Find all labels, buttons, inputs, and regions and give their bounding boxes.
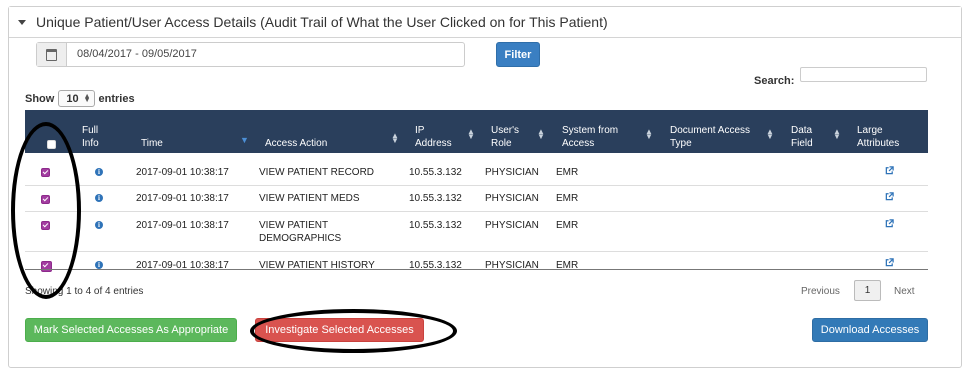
pagination-page-1[interactable]: 1 (854, 280, 881, 301)
cell-time: 2017-09-01 10:38:17 (136, 260, 229, 271)
calendar-icon (46, 48, 57, 61)
select-all-checkbox[interactable] (47, 140, 56, 149)
page-length-value: 10 (66, 92, 79, 105)
header-full-info[interactable]: Full Info (82, 124, 99, 150)
page-length-control: Show 10 ▲ ▼ entries (25, 90, 135, 107)
header-document-access-type[interactable]: Document Access Type (670, 124, 750, 150)
cell-time: 2017-09-01 10:38:17 (136, 220, 229, 231)
cell-role: PHYSICIAN (485, 193, 539, 204)
caret-down-icon[interactable] (18, 19, 26, 25)
sort-icon[interactable]: ▲ ▼ (766, 128, 774, 141)
updown-icon: ▲ ▼ (83, 92, 91, 104)
header-system-from-access[interactable]: System from Access (562, 124, 618, 150)
filter-button[interactable]: Filter (496, 42, 540, 67)
info-icon[interactable]: i (95, 221, 103, 229)
cell-access-action: VIEW PATIENT RECORD (259, 167, 375, 178)
external-link-icon[interactable] (885, 192, 894, 201)
sort-icon[interactable]: ▲ ▼ (833, 128, 841, 141)
header-large-attributes[interactable]: Large Attributes (857, 124, 899, 150)
external-link-icon[interactable] (885, 219, 894, 228)
date-range-picker[interactable]: 08/04/2017 - 09/05/2017 (36, 42, 465, 67)
cell-role: PHYSICIAN (485, 260, 539, 271)
cell-access-action: VIEW PATIENT HISTORY (259, 260, 375, 271)
sort-icon[interactable]: ▲ ▼ (391, 132, 399, 145)
pagination-previous[interactable]: Previous (801, 286, 840, 297)
page-length-select[interactable]: 10 ▲ ▼ (58, 90, 95, 107)
sort-icon[interactable]: ▲ ▼ (537, 128, 545, 141)
row-checkbox[interactable] (41, 168, 50, 177)
cell-time: 2017-09-01 10:38:17 (136, 193, 229, 204)
cell-role: PHYSICIAN (485, 220, 539, 231)
pagination-next[interactable]: Next (894, 286, 915, 297)
info-icon[interactable]: i (95, 261, 103, 269)
header-users-role[interactable]: User's Role (491, 124, 519, 150)
external-link-icon[interactable] (885, 258, 894, 267)
header-time[interactable]: Time (141, 137, 163, 150)
cell-system: EMR (556, 220, 579, 231)
cell-access-action: VIEW PATIENT MEDS (259, 193, 360, 204)
length-prefix: Show (25, 92, 55, 105)
cell-ip: 10.55.3.132 (409, 167, 462, 178)
cell-ip: 10.55.3.132 (409, 220, 462, 231)
cell-system: EMR (556, 167, 579, 178)
cell-ip: 10.55.3.132 (409, 260, 462, 271)
info-icon[interactable]: i (95, 168, 103, 176)
table-row: i 2017-09-01 10:38:17 VIEW PATIENT MEDS … (25, 186, 928, 212)
cell-system: EMR (556, 193, 579, 204)
sort-icon[interactable]: ▲ ▼ (467, 128, 475, 141)
cell-role: PHYSICIAN (485, 167, 539, 178)
cell-access-action: VIEW PATIENT DEMOGRAPHICS (259, 220, 342, 244)
external-link-icon[interactable] (885, 166, 894, 175)
table-header: Full Info Time ▼ Access Action ▲ ▼ IP Addre… (25, 110, 928, 153)
search-input[interactable] (800, 67, 927, 82)
row-checkbox[interactable] (41, 261, 52, 272)
investigate-button[interactable]: Investigate Selected Accesses (255, 318, 424, 342)
table-row: i 2017-09-01 10:38:17 VIEW PATIENT HISTO… (25, 252, 928, 272)
row-checkbox[interactable] (41, 195, 50, 204)
row-checkbox[interactable] (41, 221, 50, 230)
header-data-field[interactable]: Data Field (791, 124, 813, 150)
panel-header[interactable]: Unique Patient/User Access Details (Audi… (9, 7, 961, 38)
table-bottom-border (25, 269, 928, 270)
cell-ip: 10.55.3.132 (409, 193, 462, 204)
table-row: i 2017-09-01 10:38:17 VIEW PATIENT DEMOGR… (25, 212, 928, 252)
calendar-addon[interactable] (37, 43, 67, 66)
cell-time: 2017-09-01 10:38:17 (136, 167, 229, 178)
panel-title: Unique Patient/User Access Details (Audi… (36, 14, 608, 30)
table-row: i 2017-09-01 10:38:17 VIEW PATIENT RECOR… (25, 159, 928, 186)
length-suffix: entries (98, 92, 135, 105)
header-ip-address[interactable]: IP Address (415, 124, 452, 150)
download-accesses-button[interactable]: Download Accesses (812, 318, 928, 342)
mark-appropriate-button[interactable]: Mark Selected Accesses As Appropriate (25, 318, 237, 342)
table-info: Showing 1 to 4 of 4 entries (25, 286, 144, 297)
cell-system: EMR (556, 260, 579, 271)
info-icon[interactable]: i (95, 194, 103, 202)
sort-desc-icon[interactable]: ▼ (240, 136, 249, 145)
search-label: Search: (754, 75, 795, 87)
date-range-input[interactable]: 08/04/2017 - 09/05/2017 (67, 43, 197, 66)
header-access-action[interactable]: Access Action (265, 137, 327, 150)
sort-icon[interactable]: ▲ ▼ (645, 128, 653, 141)
